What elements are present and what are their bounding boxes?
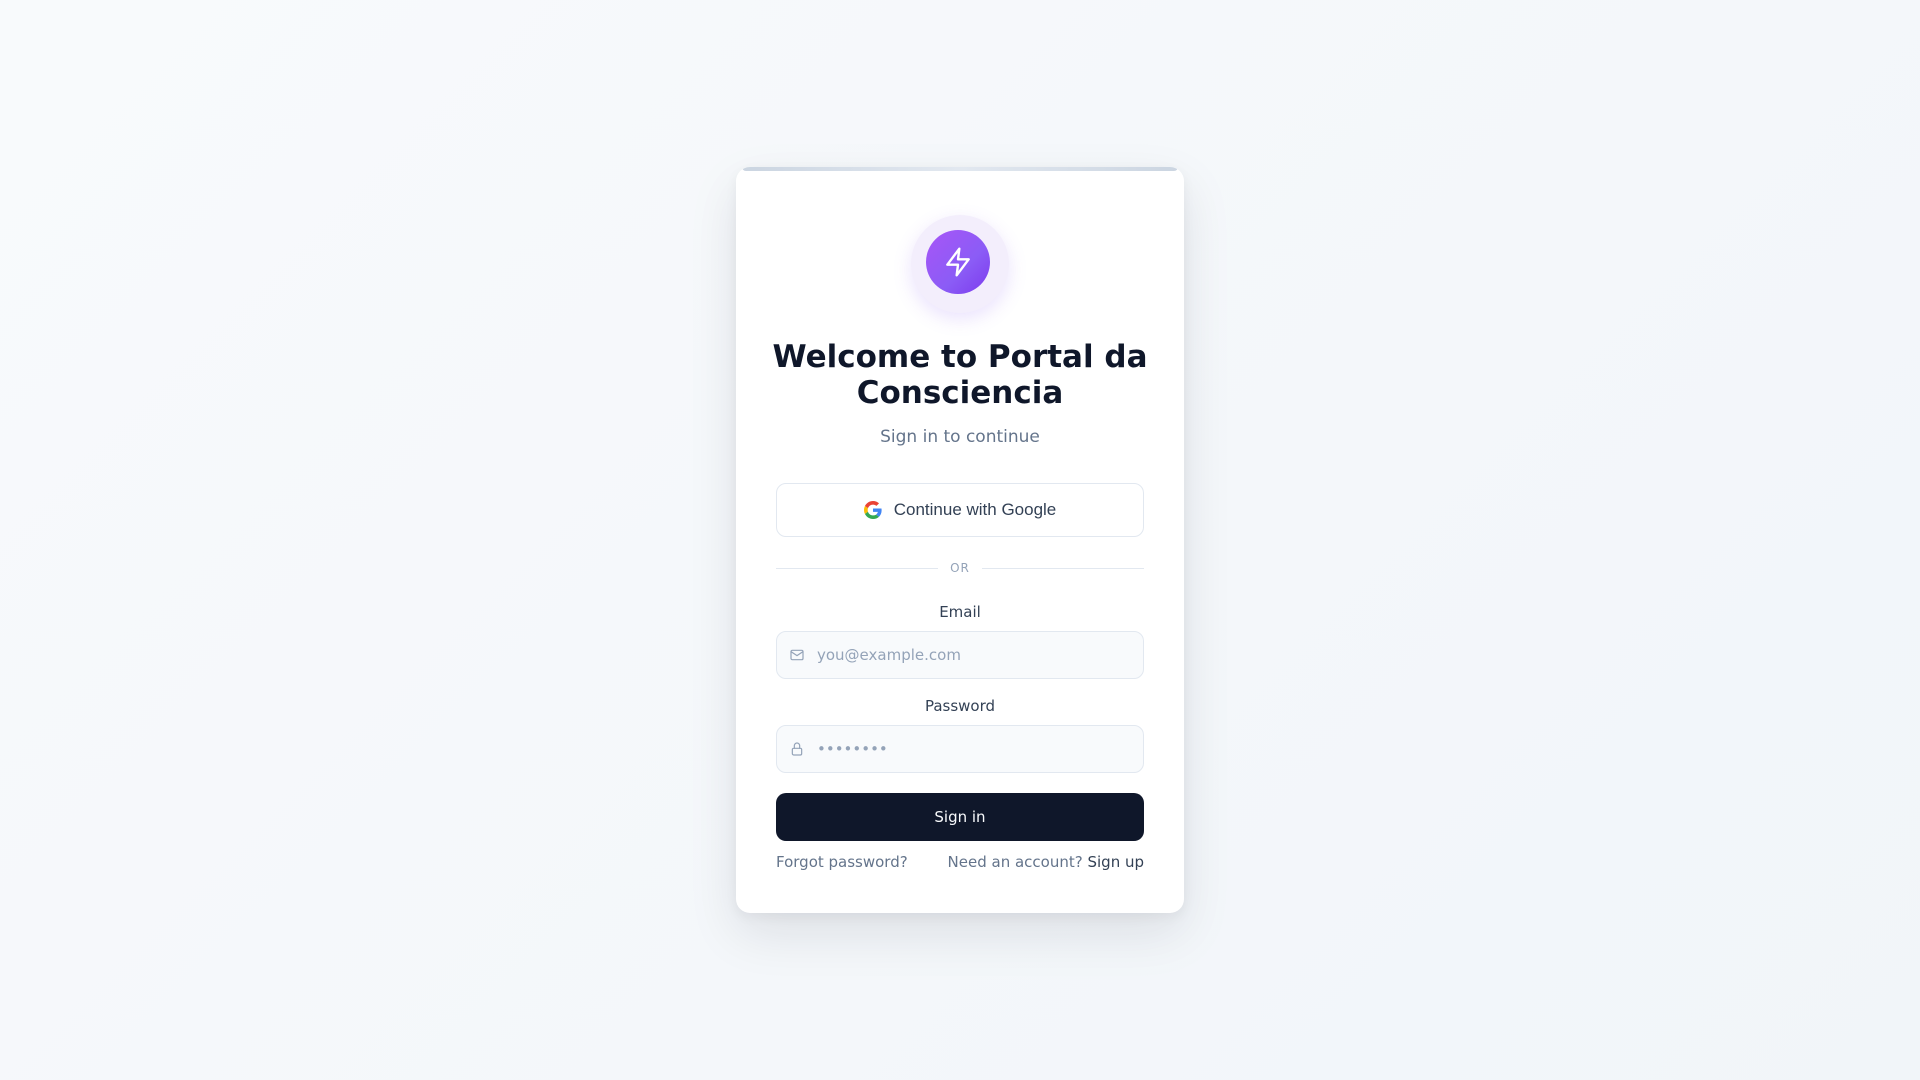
sign-up-link[interactable]: Sign up: [1087, 853, 1144, 871]
password-label: Password: [924, 697, 996, 715]
logo-halo: [911, 215, 1009, 313]
page-subtitle: Sign in to continue: [880, 427, 1040, 447]
signup-prompt: Need an account? Sign up: [948, 853, 1144, 871]
lightning-bolt-icon: [946, 247, 970, 277]
mail-icon: [777, 647, 817, 663]
or-divider: OR: [776, 561, 1145, 575]
forgot-password-link[interactable]: Forgot password?: [776, 853, 908, 871]
email-field-wrapper[interactable]: [776, 631, 1144, 679]
sign-in-button[interactable]: Sign in: [776, 793, 1144, 841]
lock-icon: [777, 741, 817, 757]
page-title: Welcome to Portal da Consciencia: [772, 339, 1148, 411]
divider-text: OR: [950, 561, 970, 575]
need-account-text: Need an account?: [947, 853, 1083, 871]
google-button-label: Continue with Google: [893, 500, 1057, 519]
continue-with-google-button[interactable]: Continue with Google: [776, 483, 1144, 537]
card-top-accent: [742, 167, 1178, 171]
password-field-wrapper[interactable]: [776, 725, 1144, 773]
google-icon: [863, 501, 882, 519]
login-footer: Forgot password? Need an account? Sign u…: [776, 853, 1144, 871]
app-logo: [926, 230, 990, 294]
divider-line-right: [981, 567, 1145, 569]
email-label: Email: [939, 603, 981, 621]
login-card: Welcome to Portal da Consciencia Sign in…: [736, 167, 1184, 913]
email-input[interactable]: [817, 632, 1143, 678]
password-input[interactable]: [817, 726, 1143, 772]
divider-line-left: [776, 567, 939, 569]
